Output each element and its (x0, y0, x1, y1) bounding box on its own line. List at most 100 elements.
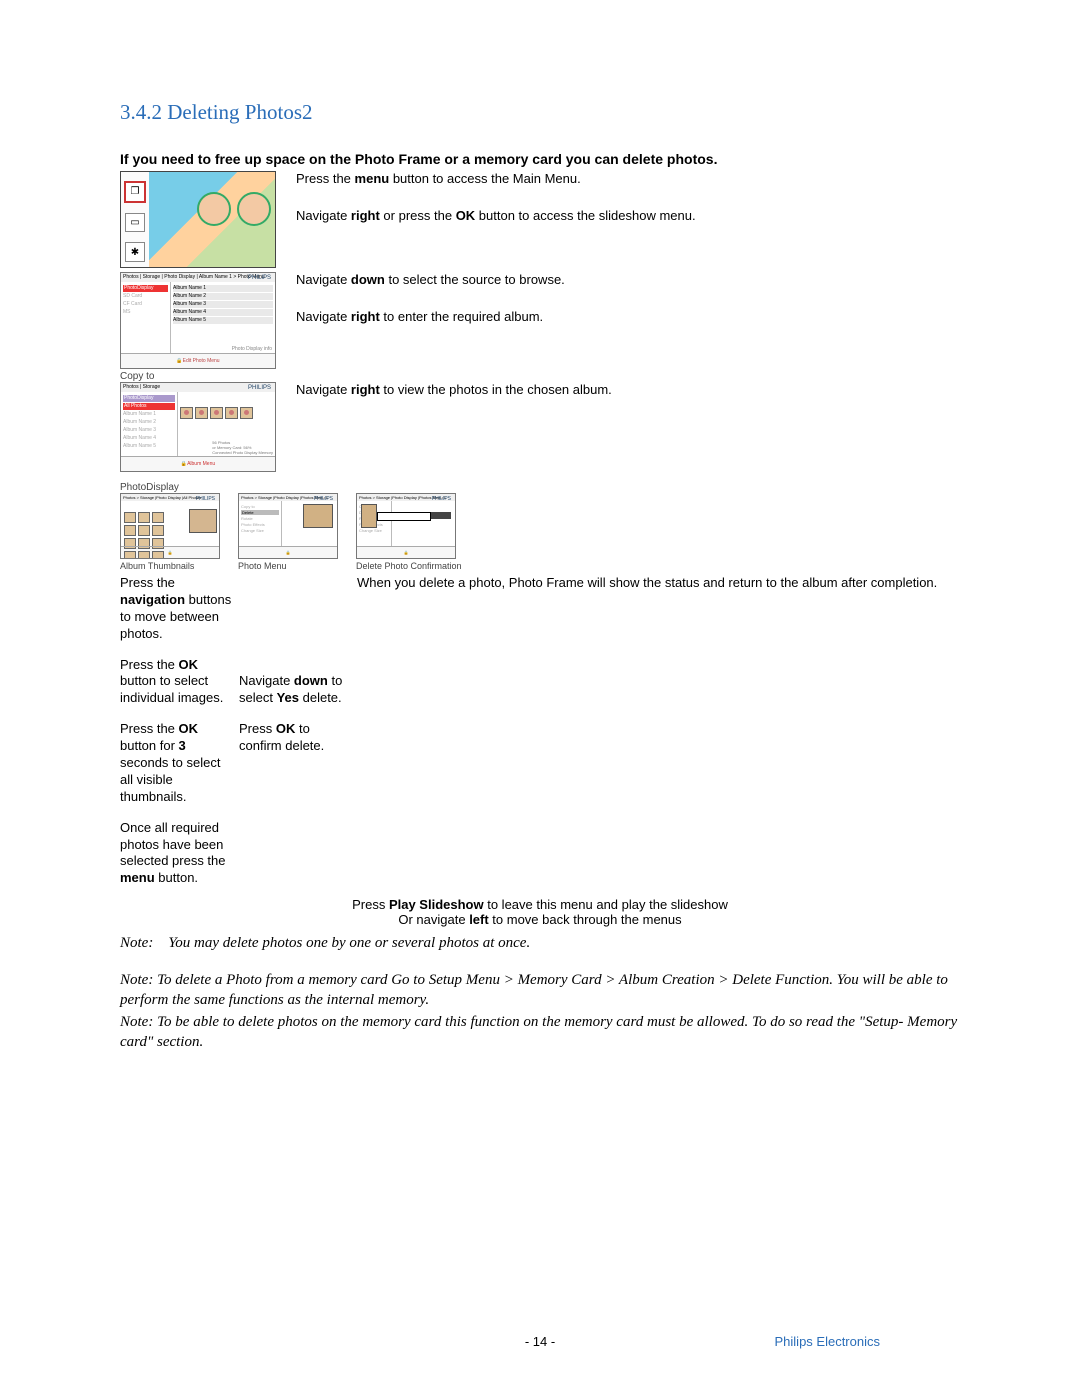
t: button. (155, 870, 198, 885)
thumb (138, 512, 150, 523)
t: Navigate (296, 208, 351, 223)
step-row-3: Photos | Storage PHILIPS PhotoDisplay Al… (120, 382, 960, 472)
thumb (180, 407, 193, 419)
fig2-left-item: MS (123, 309, 168, 316)
t: or press the (380, 208, 456, 223)
step-line-5: Navigate right to view the photos in the… (296, 382, 612, 399)
mini-foot: 🔒 (357, 546, 455, 558)
preview-icon (361, 504, 377, 528)
t: button to access the slideshow menu. (475, 208, 695, 223)
t-bold: Yes (277, 690, 299, 705)
fig3-left-item: Album Name 3 (123, 427, 175, 434)
settings-icon: ✱ (125, 242, 145, 262)
mini-li: Change Size (359, 528, 389, 533)
t: seconds to select all visible thumbnails… (120, 755, 220, 804)
fig2-foot: 🔒 Edit Photo Menu (121, 353, 275, 368)
step-row-2: Photos | Storage | Photo Display | Album… (120, 272, 960, 369)
preview-icon (303, 504, 333, 528)
t-bold: right (351, 382, 380, 397)
page-footer: - 14 - Philips Electronics (0, 1334, 1080, 1349)
fig2-right-item: Album Name 2 (173, 293, 273, 300)
fig2-left: PhotoDisplay SD Card CF Card MS (121, 282, 171, 354)
t: Press the (120, 721, 179, 736)
intro-text: If you need to free up space on the Phot… (120, 151, 960, 167)
instr-col-1: Press the navigation buttons to move bet… (120, 575, 235, 887)
triple-col-3: Photos > Storage |Photo Display |Photos … (356, 493, 462, 571)
t: button to select individual images. (120, 673, 223, 705)
t: Press the (296, 171, 355, 186)
triple-col-2: Photos > Storage |Photo Display |Photos … (238, 493, 338, 571)
fig3-info: 56 Photos or Memory Card: 56% Connected … (212, 440, 273, 455)
preview-icon (189, 509, 217, 533)
mini-body (121, 501, 219, 547)
fig3-left-all: All Photos (123, 403, 175, 410)
t: Album Menu (187, 461, 215, 467)
step-row-1: ❐ ▭ ✱ Press the menu button to access th… (120, 171, 960, 268)
step-line-2: Navigate right or press the OK button to… (296, 208, 696, 225)
mini-foot: 🔒 (121, 546, 219, 558)
t-bold: left (469, 912, 489, 927)
t: to enter the required album. (380, 309, 543, 324)
mini-li: Copy to (241, 504, 279, 509)
fig3-left-item: Album Name 1 (123, 411, 175, 418)
caption-3: Delete Photo Confirmation (356, 561, 462, 571)
step-text-1: Press the menu button to access the Main… (296, 171, 696, 245)
t-bold: right (351, 309, 380, 324)
ic2-p1: Navigate down to select Yes delete. (239, 673, 351, 707)
thumb (210, 407, 223, 419)
thumb (138, 525, 150, 536)
fig2-right-item: Album Name 3 (173, 301, 273, 308)
t-bold: OK (179, 657, 199, 672)
t: Once all required photos have been selec… (120, 820, 226, 869)
section-heading: 3.4.2 Deleting Photos2 (120, 100, 960, 125)
footer-brand: Philips Electronics (775, 1334, 881, 1349)
t-bold: menu (355, 171, 390, 186)
mini-li: Rotate (241, 516, 279, 521)
t: to leave this menu and play the slidesho… (484, 897, 728, 912)
center-line-2: Or navigate left to move back through th… (120, 912, 960, 927)
fig2-right-item: Album Name 5 (173, 317, 273, 324)
t: button to access the Main Menu. (389, 171, 581, 186)
fig3-left-item: Album Name 4 (123, 435, 175, 442)
thumb (225, 407, 238, 419)
note-1: Note: You may delete photos one by one o… (120, 933, 960, 953)
figure-album-list: Photos | Storage PHILIPS PhotoDisplay Al… (120, 382, 276, 472)
ic1-p2: Press the OK button to select individual… (120, 657, 235, 708)
fig3-thumbs (179, 406, 274, 420)
fig3-left: PhotoDisplay All Photos Album Name 1 Alb… (121, 392, 178, 457)
t: to select the source to browse. (385, 272, 565, 287)
figure-album-thumbnails: Photos > Storage |Photo Display |All Pho… (120, 493, 220, 559)
instruction-columns: Press the navigation buttons to move bet… (120, 575, 960, 887)
t-bold: down (351, 272, 385, 287)
t-bold: right (351, 208, 380, 223)
thumb (152, 512, 164, 523)
progress-fg (377, 512, 431, 521)
t: Or navigate (398, 912, 469, 927)
fig2-right-item: Album Name 1 (173, 285, 273, 292)
ic1-p4: Once all required photos have been selec… (120, 820, 235, 888)
mini-left: Copy to Delete Rotate Photo Effects Chan… (239, 501, 282, 547)
thumb (124, 512, 136, 523)
fig2-left-item: CF Card (123, 301, 168, 308)
instr-col-3: When you delete a photo, Photo Frame wil… (357, 575, 960, 887)
t-bold: 3 (179, 738, 186, 753)
segment-label-pd: PhotoDisplay (120, 482, 960, 493)
note-3: Note: To be able to delete photos on the… (120, 1012, 960, 1053)
notes-block: Note: You may delete photos one by one o… (120, 933, 960, 1052)
figure-delete-confirmation: Photos > Storage |Photo Display |Photos … (356, 493, 456, 559)
t: Connected Photo Display Memory (212, 450, 273, 455)
t: Navigate (296, 272, 351, 287)
fig2-right-item: Album Name 4 (173, 309, 273, 316)
fig3-left-pd: PhotoDisplay (123, 395, 175, 402)
slideshow-icon: ▭ (125, 213, 145, 233)
fig1-sidebar: ❐ ▭ ✱ (121, 172, 150, 267)
fig3-brand: PHILIPS (248, 385, 271, 391)
t-bold: OK (276, 721, 296, 736)
thumb (240, 407, 253, 419)
t: Edit Photo Menu (183, 358, 220, 364)
caption-1: Album Thumbnails (120, 561, 220, 571)
t-bold: menu (120, 870, 155, 885)
ic2-p2: Press OK to confirm delete. (239, 721, 351, 755)
photos-icon: ❐ (124, 181, 146, 203)
thumb (124, 525, 136, 536)
